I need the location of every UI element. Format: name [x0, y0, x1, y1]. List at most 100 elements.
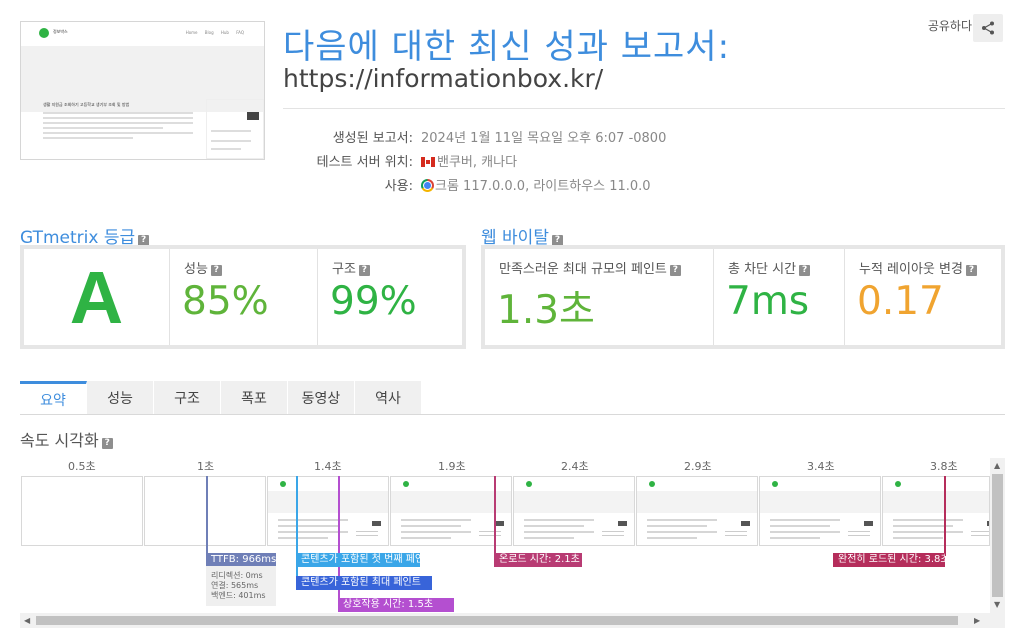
frame-sketch-part: [278, 537, 328, 539]
tti-tag[interactable]: 상호작용 시간: 1.5초: [338, 598, 454, 612]
site-logo-icon: [39, 28, 49, 38]
filmstrip-frame[interactable]: [636, 476, 758, 546]
tab-structure[interactable]: 구조: [154, 381, 221, 415]
frame-sketch-part: [760, 491, 880, 513]
vertical-scroll-thumb[interactable]: [992, 474, 1003, 597]
frame-sketch-part: [401, 519, 471, 521]
page-screenshot-thumbnail[interactable]: 정보박스 Home Blog Hub FAQ 생활 지원금 조회하기 고등학교 …: [20, 21, 265, 160]
frame-sketch-part: [280, 481, 286, 487]
fcp-tag[interactable]: 콘텐츠가 포함된 첫 번째 페인트: [296, 553, 420, 567]
using-value: 크롬 117.0.0.0, 라이트하우스 11.0.0: [435, 179, 651, 194]
using-row: 크롬 117.0.0.0, 라이트하우스 11.0.0: [421, 175, 651, 194]
onload-marker-line: [494, 476, 496, 556]
thumbnail-text-lines: [43, 112, 193, 142]
chrome-icon: [421, 179, 434, 192]
help-icon[interactable]: ?: [358, 265, 370, 276]
frame-sketch-part: [893, 537, 943, 539]
frame-sketch-part: [848, 531, 870, 532]
frame-sketch-part: [372, 521, 381, 526]
structure-value: 99%: [330, 279, 417, 324]
ttfb-tag[interactable]: TTFB: 966ms: [206, 553, 276, 567]
lcp-label: 만족스러운 최대 규모의 페인트?: [499, 258, 681, 277]
frame-sketch-part: [725, 535, 747, 536]
help-icon[interactable]: ?: [210, 265, 222, 276]
report-title: 다음에 대한 최신 성과 보고서:: [283, 27, 731, 67]
filmstrip-frame[interactable]: [21, 476, 143, 546]
report-tabs: 요약 성능 구조 폭포 동영상 역사: [20, 381, 422, 415]
frame-sketch-part: [770, 531, 840, 533]
canada-flag-icon: [421, 157, 435, 167]
frame-sketch-part: [495, 521, 504, 526]
lcp-value: 1.3초: [497, 288, 595, 333]
time-label: 2.4초: [561, 460, 589, 473]
frame-sketch-part: [401, 531, 471, 533]
frame-sketch-part: [278, 525, 338, 527]
vitals-card: 만족스러운 최대 규모의 페인트? 1.3초 총 차단 시간? 7ms 누적 레…: [481, 245, 1005, 349]
scroll-left-icon[interactable]: ◀: [24, 616, 30, 625]
using-label: 사용:: [384, 179, 413, 194]
filmstrip-frame[interactable]: [513, 476, 635, 546]
thumbnail-site-name: 정보박스: [53, 29, 68, 34]
scroll-down-icon[interactable]: ▼: [994, 600, 1000, 609]
help-icon[interactable]: ?: [101, 438, 113, 449]
thumbnail-nav: Home Blog Hub FAQ: [185, 30, 244, 35]
server-location-row: 밴쿠버, 캐나다: [421, 151, 517, 170]
report-url[interactable]: https://informationbox.kr/: [283, 64, 603, 93]
tab-performance[interactable]: 성능: [87, 381, 154, 415]
frame-sketch-part: [647, 531, 717, 533]
frame-sketch-part: [770, 525, 830, 527]
lcp-cell: 만족스러운 최대 규모의 페인트? 1.3초: [485, 249, 713, 345]
share-label[interactable]: 공유하다: [928, 17, 972, 34]
time-label: 3.8초: [930, 460, 958, 473]
tab-history[interactable]: 역사: [355, 381, 422, 415]
tab-summary[interactable]: 요약: [20, 381, 87, 415]
onload-tag[interactable]: 온로드 시간: 2.1초: [494, 553, 582, 567]
tab-waterfall[interactable]: 폭포: [221, 381, 288, 415]
lcp-tag[interactable]: 콘텐츠가 포함된 최대 페인트: [296, 576, 432, 590]
frame-sketch-part: [637, 491, 757, 513]
frame-sketch-part: [356, 531, 378, 532]
fully-loaded-marker-line: [944, 476, 946, 556]
filmstrip-frame[interactable]: [267, 476, 389, 546]
frame-sketch-part: [883, 491, 989, 513]
performance-label: 성능?: [184, 258, 222, 277]
frame-sketch-part: [893, 519, 963, 521]
frame-sketch-part: [401, 525, 461, 527]
performance-cell: 성능? 85%: [169, 249, 319, 345]
filmstrip-frame[interactable]: [144, 476, 266, 546]
tab-video[interactable]: 동영상: [288, 381, 355, 415]
grade-letter: A: [69, 255, 124, 339]
time-label: 2.9초: [684, 460, 712, 473]
frame-sketch-part: [526, 481, 532, 487]
frame-sketch-part: [403, 481, 409, 487]
share-icon: [982, 21, 994, 35]
tbt-value: 7ms: [726, 279, 810, 324]
frame-sketch-part: [893, 531, 963, 533]
frame-sketch-part: [356, 535, 378, 536]
performance-value: 85%: [182, 279, 269, 324]
help-icon[interactable]: ?: [669, 265, 681, 276]
speed-heading: 속도 시각화?: [20, 427, 113, 451]
frame-sketch-part: [524, 537, 574, 539]
share-button[interactable]: [973, 14, 1003, 42]
fully-loaded-tag[interactable]: 완전히 로드된 시간: 3.8초: [833, 553, 945, 567]
scroll-up-icon[interactable]: ▲: [994, 461, 1000, 470]
frame-sketch-part: [971, 535, 989, 536]
scroll-right-icon[interactable]: ▶: [974, 616, 980, 625]
server-location-value: 밴쿠버, 캐나다: [437, 155, 518, 170]
cls-value: 0.17: [857, 279, 944, 324]
help-icon[interactable]: ?: [799, 265, 811, 276]
horizontal-scroll-thumb[interactable]: [36, 616, 958, 625]
backend-time: 백엔드: 401ms: [211, 591, 266, 600]
frame-sketch-part: [524, 519, 594, 521]
filmstrip-frame[interactable]: [882, 476, 990, 546]
frame-sketch-part: [647, 525, 707, 527]
help-icon[interactable]: ?: [965, 265, 977, 276]
frame-sketch-part: [618, 521, 627, 526]
time-label: 1.4초: [314, 460, 342, 473]
tbt-cell: 총 차단 시간? 7ms: [713, 249, 844, 345]
frame-sketch-part: [772, 481, 778, 487]
frame-sketch-part: [602, 535, 624, 536]
filmstrip-frame[interactable]: [759, 476, 881, 546]
time-label: 0.5초: [68, 460, 96, 473]
